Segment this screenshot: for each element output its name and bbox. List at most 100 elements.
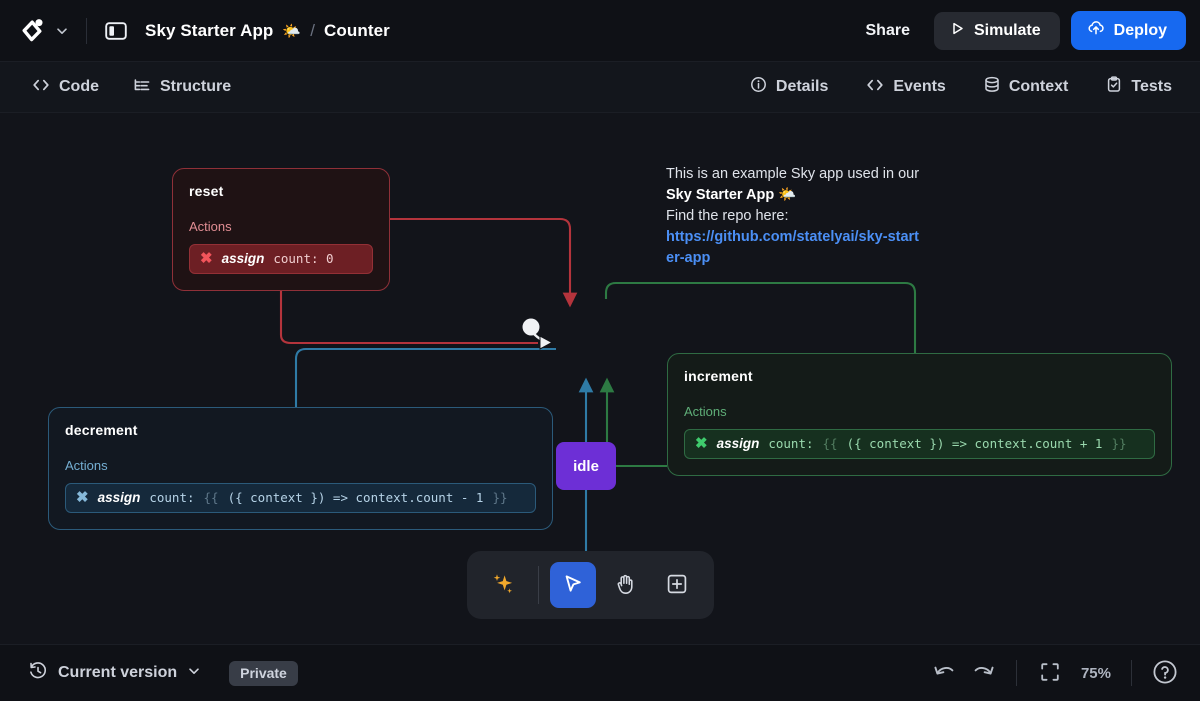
info-circle-icon — [750, 76, 767, 98]
cloud-upload-icon — [1087, 20, 1105, 41]
app-footer: Current version Private 75% — [0, 644, 1200, 701]
share-button[interactable]: Share — [852, 14, 924, 48]
action-expression-key: count: — [768, 436, 814, 451]
tab-events[interactable]: Events — [856, 72, 955, 103]
fit-to-screen-button[interactable] — [1031, 654, 1069, 692]
state-machine-canvas[interactable]: This is an example Sky app used in our S… — [0, 113, 1200, 644]
assign-x-icon: ✖ — [200, 250, 213, 267]
action-expression-close: }} — [492, 490, 508, 505]
tab-details-label: Details — [775, 78, 829, 95]
footer-divider-1 — [1015, 660, 1017, 686]
action-expression-body: ({ context }) => context.count - 1 — [227, 490, 484, 505]
add-node-button[interactable] — [654, 562, 700, 608]
header-divider — [86, 17, 87, 44]
code-brackets-icon — [32, 78, 50, 97]
tab-tests[interactable]: Tests — [1096, 70, 1182, 104]
zoom-level-label[interactable]: 75% — [1075, 661, 1117, 686]
sidebar-panel-icon[interactable] — [103, 18, 129, 44]
deploy-button[interactable]: Deploy — [1070, 11, 1186, 50]
node-increment-title: increment — [684, 368, 753, 384]
ai-assist-button[interactable] — [481, 562, 527, 608]
plus-square-icon — [665, 572, 689, 599]
code-brackets-icon — [866, 78, 884, 97]
node-increment-action-chip[interactable]: ✖ assign count: {{ ({ context }) => cont… — [684, 429, 1155, 459]
action-expression-close: }} — [1111, 436, 1127, 451]
node-reset-action-chip[interactable]: ✖ assign count: 0 — [189, 244, 373, 274]
tab-structure-label: Structure — [160, 78, 232, 95]
sparkles-icon — [491, 571, 517, 600]
action-expression-open: {{ — [822, 436, 838, 451]
stately-logo-icon[interactable] — [16, 14, 50, 48]
action-expression: count: 0 — [273, 251, 334, 266]
info-line-2-bold: Sky Starter App — [666, 187, 775, 203]
info-line-1: This is an example Sky app used in our — [666, 166, 920, 182]
undo-arrow-icon — [933, 662, 957, 685]
chevron-down-icon[interactable] — [52, 21, 72, 41]
play-icon — [950, 21, 965, 41]
breadcrumb-app-emoji: 🌤️ — [282, 22, 302, 40]
canvas-info-text: This is an example Sky app used in our S… — [666, 164, 924, 269]
pan-tool-button[interactable] — [602, 562, 648, 608]
state-node-idle-label: idle — [573, 457, 599, 475]
tab-context[interactable]: Context — [974, 70, 1079, 104]
undo-button[interactable] — [926, 654, 964, 692]
state-node-idle[interactable]: idle — [556, 442, 616, 490]
current-version-button[interactable]: Current version — [20, 655, 209, 692]
help-circle-icon — [1152, 659, 1178, 688]
tab-code[interactable]: Code — [22, 72, 109, 103]
help-button[interactable] — [1146, 654, 1184, 692]
action-name: assign — [97, 490, 141, 505]
tab-context-label: Context — [1008, 78, 1069, 95]
node-increment-actions-label: Actions — [684, 404, 727, 419]
database-icon — [984, 76, 1000, 98]
node-reset-title: reset — [189, 183, 224, 199]
node-decrement-actions-label: Actions — [65, 458, 108, 473]
breadcrumb-current-page[interactable]: Counter — [324, 21, 390, 41]
node-increment[interactable]: increment Actions ✖ assign count: {{ ({ … — [667, 353, 1172, 476]
canvas-toolbar — [467, 551, 714, 619]
current-version-label: Current version — [58, 664, 178, 681]
redo-button[interactable] — [964, 654, 1002, 692]
cursor-arrow-icon — [561, 572, 585, 599]
deploy-label: Deploy — [1113, 21, 1167, 39]
select-tool-button[interactable] — [550, 562, 596, 608]
node-decrement-title: decrement — [65, 422, 138, 438]
tabbar-right-group: Details Events Context Tests — [740, 70, 1182, 104]
hand-icon — [613, 572, 637, 599]
assign-x-icon: ✖ — [76, 489, 89, 506]
node-decrement[interactable]: decrement Actions ✖ assign count: {{ ({ … — [48, 407, 553, 530]
stately-editor-window: Sky Starter App 🌤️ / Counter Share Simul… — [0, 0, 1200, 701]
assign-x-icon: ✖ — [695, 435, 708, 452]
info-line-2-emoji: 🌤️ — [778, 187, 797, 203]
redo-arrow-icon — [971, 662, 995, 685]
action-name: assign — [716, 436, 760, 451]
tab-details[interactable]: Details — [740, 70, 838, 104]
app-header: Sky Starter App 🌤️ / Counter Share Simul… — [0, 0, 1200, 62]
toolbar-divider — [538, 566, 539, 604]
logo-group[interactable] — [16, 14, 72, 48]
chevron-down-icon — [187, 664, 201, 683]
action-expression-open: {{ — [203, 490, 219, 505]
repo-link[interactable]: https://github.com/statelyai/sky-starter… — [666, 229, 919, 266]
clipboard-check-icon — [1106, 76, 1122, 98]
tree-structure-icon — [133, 78, 151, 97]
tab-bar: Code Structure Details Events Context Te… — [0, 62, 1200, 113]
breadcrumb-separator: / — [310, 20, 316, 40]
tab-tests-label: Tests — [1131, 78, 1172, 95]
node-reset-actions-label: Actions — [189, 219, 232, 234]
history-revert-icon — [28, 661, 48, 686]
tab-code-label: Code — [59, 78, 99, 95]
action-expression-key: count: — [149, 490, 195, 505]
visibility-badge[interactable]: Private — [229, 660, 298, 686]
tab-structure[interactable]: Structure — [123, 72, 241, 103]
action-expression-body: ({ context }) => context.count + 1 — [846, 436, 1103, 451]
node-decrement-action-chip[interactable]: ✖ assign count: {{ ({ context }) => cont… — [65, 483, 536, 513]
node-reset[interactable]: reset Actions ✖ assign count: 0 — [172, 168, 390, 291]
breadcrumb: Sky Starter App 🌤️ / Counter — [145, 21, 390, 41]
tab-events-label: Events — [893, 78, 946, 95]
breadcrumb-app-name[interactable]: Sky Starter App — [145, 21, 273, 41]
info-line-3: Find the repo here: — [666, 208, 789, 224]
initial-state-dot — [522, 318, 540, 336]
simulate-button[interactable]: Simulate — [933, 11, 1060, 50]
fit-to-screen-icon — [1039, 661, 1061, 686]
